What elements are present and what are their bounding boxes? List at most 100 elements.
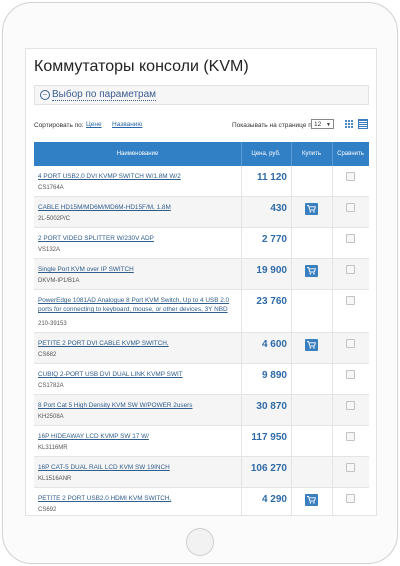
cell-price: 9 890 (241, 364, 292, 394)
cell-name: 4 PORT USB2.0 DVI KVMP SWITCH W/1.8M W/2… (34, 166, 242, 196)
product-title-link[interactable]: 8 Port Cat 5 High Density KVM SW W/POWER… (38, 401, 237, 410)
filter-label[interactable]: Выбор по параметрам (52, 89, 157, 101)
table-body: 4 PORT USB2.0 DVI KVMP SWITCH W/1.8M W/2… (34, 166, 369, 515)
compare-checkbox[interactable] (346, 172, 355, 181)
cell-buy (291, 457, 333, 487)
table-row: PETITE 2 PORT USB2.0 HDMI KVM SWITCH, CS6… (34, 488, 369, 515)
table-row: 16P CAT-5 DUAL RAIL LCD KVM SW 19INCH KL1… (34, 457, 369, 488)
header-name[interactable]: Наименование (34, 142, 242, 166)
per-page-label: Показывать на странице по: (232, 122, 318, 129)
per-page-select[interactable]: 12 ▼ (311, 119, 334, 129)
cart-icon (307, 205, 316, 213)
cell-name: PETITE 2 PORT DVI CABLE KVMP SWITCH, CS68… (34, 333, 242, 363)
product-title-link[interactable]: Single Port KVM over IP SWITCH (38, 265, 237, 274)
compare-checkbox[interactable] (346, 296, 355, 305)
product-code: CS682 (38, 352, 57, 358)
cell-name: PETITE 2 PORT USB2.0 HDMI KVM SWITCH, CS6… (34, 488, 242, 515)
cart-icon (307, 496, 316, 504)
product-price: 19 900 (256, 265, 287, 276)
sort-toolbar: Сортировать по: Цене Названию Показывать… (34, 119, 369, 133)
cell-price: 2 770 (241, 228, 292, 258)
sort-by-price-link[interactable]: Цене (86, 121, 102, 128)
cell-buy (291, 166, 333, 196)
product-price: 4 600 (261, 339, 287, 350)
product-code: KL1516ANR (38, 476, 72, 482)
sort-by-name-link[interactable]: Названию (112, 121, 142, 128)
cell-buy (291, 290, 333, 332)
cell-name: 16P CAT-5 DUAL RAIL LCD KVM SW 19INCH KL1… (34, 457, 242, 487)
product-title-link[interactable]: CUBIQ 2-PORT USB DVI DUAL LINK KVMP SWIT (38, 370, 237, 379)
compare-checkbox[interactable] (346, 234, 355, 243)
per-page-value: 12 (314, 121, 322, 128)
table-row: 16P HIDEAWAY LCD KVMP SW 17 W/KL3116MR 11… (34, 426, 369, 457)
table-row: Single Port KVM over IP SWITCH DKVM-IP1/B… (34, 259, 369, 290)
list-view-icon[interactable] (358, 119, 368, 129)
cell-compare (332, 488, 369, 515)
home-button[interactable] (186, 528, 214, 556)
product-title-link[interactable]: 16P HIDEAWAY LCD KVMP SW 17 W/ (38, 432, 237, 441)
cell-buy (291, 228, 333, 258)
tablet-frame: Коммутаторы консоли (KVM) – Выбор по пар… (0, 0, 400, 566)
product-code: CS692 (38, 507, 57, 513)
filter-panel-toggle[interactable]: – Выбор по параметрам (34, 85, 369, 105)
product-title-link[interactable]: 4 PORT USB2.0 DVI KVMP SWITCH W/1.8M W/2 (38, 172, 237, 181)
table-row: PowerEdge 1081AD Analogue 8 Port KVM Swi… (34, 290, 369, 333)
product-price: 2 770 (261, 234, 287, 245)
cell-buy (291, 426, 333, 456)
cell-name: PowerEdge 1081AD Analogue 8 Port KVM Swi… (34, 290, 242, 332)
compare-checkbox[interactable] (346, 339, 355, 348)
header-compare: Сравнить (337, 151, 364, 157)
page-title: Коммутаторы консоли (KVM) (34, 58, 249, 75)
cell-buy (291, 259, 333, 289)
product-title-link[interactable]: PETITE 2 PORT USB2.0 HDMI KVM SWITCH, (38, 494, 237, 503)
cell-compare (332, 166, 369, 196)
cell-compare (332, 259, 369, 289)
filter-toggle-icon: – (40, 90, 50, 100)
product-price: 106 270 (250, 463, 287, 474)
product-title-link[interactable]: PowerEdge 1081AD Analogue 8 Port KVM Swi… (38, 296, 237, 314)
add-to-cart-button[interactable] (305, 203, 318, 215)
compare-checkbox[interactable] (346, 432, 355, 441)
grid-view-icon[interactable] (345, 120, 354, 129)
product-table: Наименование Цена, руб. Купить Сравнить … (34, 142, 369, 515)
compare-checkbox[interactable] (346, 463, 355, 472)
cell-compare (332, 395, 369, 425)
cart-icon (307, 341, 316, 349)
screen: Коммутаторы консоли (KVM) – Выбор по пар… (25, 48, 377, 516)
add-to-cart-button[interactable] (305, 265, 318, 277)
cell-name: CUBIQ 2-PORT USB DVI DUAL LINK KVMP SWIT… (34, 364, 242, 394)
cell-price: 30 870 (241, 395, 292, 425)
cell-price: 4 290 (241, 488, 292, 515)
product-code: DKVM-IP1/B1A (38, 278, 80, 284)
product-price: 430 (270, 203, 287, 214)
table-row: PETITE 2 PORT DVI CABLE KVMP SWITCH, CS68… (34, 333, 369, 364)
chevron-down-icon: ▼ (326, 122, 331, 128)
product-price: 9 890 (261, 370, 287, 381)
product-title-link[interactable]: 2 PORT VIDEO SPLITTER W/230V ADP (38, 234, 237, 243)
cell-compare (332, 426, 369, 456)
compare-checkbox[interactable] (346, 265, 355, 274)
compare-checkbox[interactable] (346, 203, 355, 212)
product-price: 23 760 (256, 296, 287, 307)
product-price: 30 870 (256, 401, 287, 412)
product-title-link[interactable]: 16P CAT-5 DUAL RAIL LCD KVM SW 19INCH (38, 463, 237, 472)
product-title-link[interactable]: PETITE 2 PORT DVI CABLE KVMP SWITCH, (38, 339, 237, 348)
product-code: CS1782A (38, 383, 64, 389)
product-code: KH2508A (38, 414, 64, 420)
cell-price: 19 900 (241, 259, 292, 289)
compare-checkbox[interactable] (346, 370, 355, 379)
table-row: CABLE HD15M/MD6M/MD6M-HD15F/M, 1.8M 2L-50… (34, 197, 369, 228)
header-buy: Купить (291, 142, 333, 166)
cell-price: 11 120 (241, 166, 292, 196)
cell-compare (332, 290, 369, 332)
add-to-cart-button[interactable] (305, 339, 318, 351)
cell-buy (291, 488, 333, 515)
cell-buy (291, 197, 333, 227)
cell-name: 8 Port Cat 5 High Density KVM SW W/POWER… (34, 395, 242, 425)
compare-checkbox[interactable] (346, 401, 355, 410)
cell-compare (332, 457, 369, 487)
header-price[interactable]: Цена, руб. (241, 142, 292, 166)
add-to-cart-button[interactable] (305, 494, 318, 506)
compare-checkbox[interactable] (346, 494, 355, 503)
product-title-link[interactable]: CABLE HD15M/MD6M/MD6M-HD15F/M, 1.8M (38, 203, 237, 212)
